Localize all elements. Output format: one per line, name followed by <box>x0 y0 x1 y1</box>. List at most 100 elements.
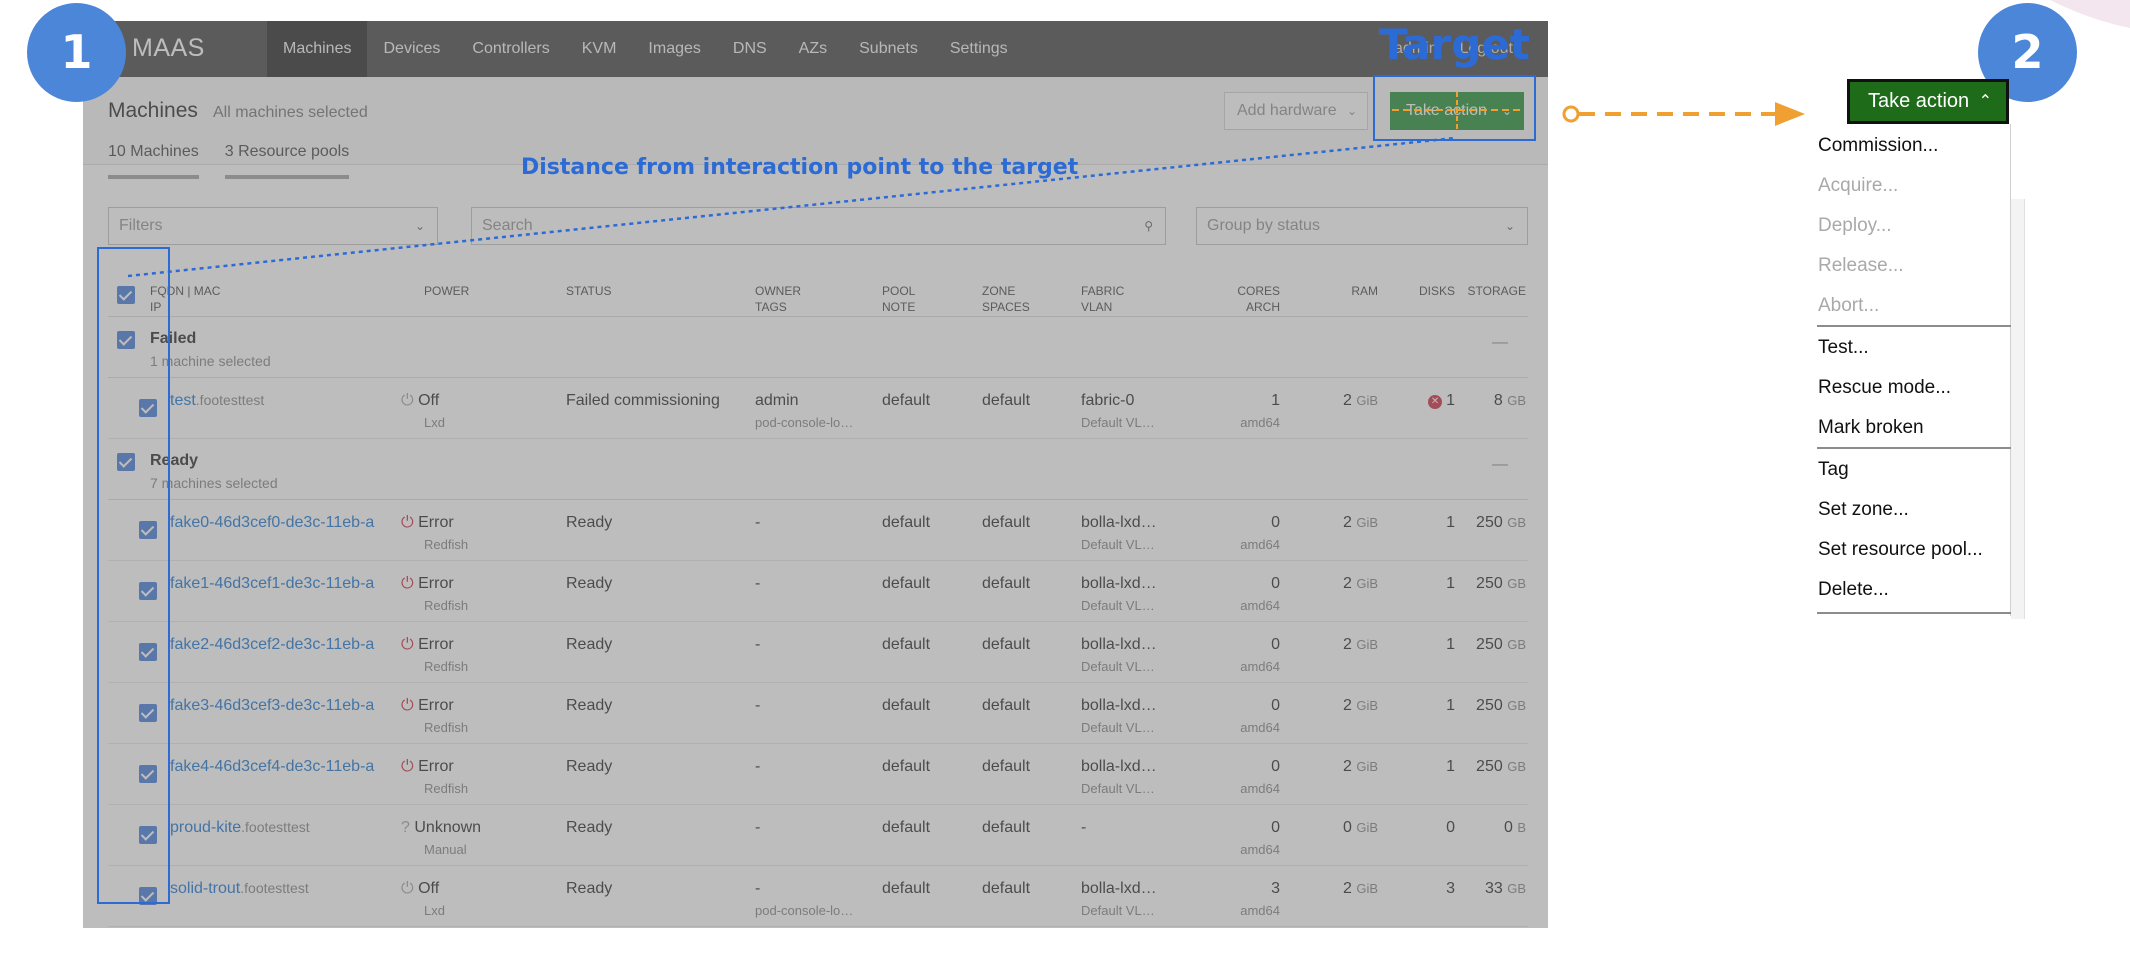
machine-ram: 2 GiB <box>1342 697 1378 714</box>
table-row[interactable]: fake1-46d3cef1-de3c-11eb-a ⏻ Error Redfi… <box>108 561 1528 622</box>
machine-fqdn[interactable]: fake3-46d3cef3-de3c-11eb-a <box>170 697 374 715</box>
menu-item-deploy: Deploy... <box>1818 215 1892 236</box>
tab-resource-pools[interactable]: 3 Resource pools <box>224 143 350 179</box>
power-cell: ⏻ Off <box>401 880 440 897</box>
machine-disks: 1 <box>1446 697 1455 714</box>
machine-cores: 1 <box>1271 392 1280 409</box>
menu-item-tag[interactable]: Tag <box>1818 450 2010 490</box>
machine-fqdn[interactable]: fake0-46d3cef0-de3c-11eb-a <box>170 514 374 532</box>
machine-fqdn[interactable]: fake4-46d3cef4-de3c-11eb-a <box>170 758 374 776</box>
table-row[interactable]: fake4-46d3cef4-de3c-11eb-a ⏻ Error Redfi… <box>108 744 1528 805</box>
filter-bar: Filters ⌄ Search ⚲ Group by status ⌄ <box>83 207 1548 247</box>
machine-zone: default <box>982 697 1031 714</box>
target-label: Target <box>1379 20 1530 69</box>
menu-item-delete[interactable]: Delete... <box>1818 570 2010 610</box>
machine-pool: default <box>882 880 931 897</box>
nav-machines[interactable]: Machines <box>267 21 368 77</box>
machine-disks: 1 <box>1446 514 1455 531</box>
col-power[interactable]: POWER <box>424 283 469 299</box>
machine-status: Ready <box>566 636 613 653</box>
table-row[interactable]: fake0-46d3cef0-de3c-11eb-a ⏻ Error Redfi… <box>108 500 1528 561</box>
power-icon: ⏻ <box>401 758 414 775</box>
col-pool[interactable]: POOL NOTE <box>882 283 915 315</box>
col-disks[interactable]: DISKS <box>1388 283 1455 299</box>
machine-fabric: bolla-lxd… <box>1081 758 1157 775</box>
menu-item-rescue-mode[interactable]: Rescue mode... <box>1818 368 2010 408</box>
collapse-group-toggle[interactable]: — <box>1492 334 1508 352</box>
machine-pool: default <box>882 514 931 531</box>
menu-item-test[interactable]: Test... <box>1818 328 2010 368</box>
nav-kvm[interactable]: KVM <box>566 21 633 77</box>
machine-fqdn[interactable]: fake1-46d3cef1-de3c-11eb-a <box>170 575 374 593</box>
menu-item-mark-broken[interactable]: Mark broken <box>1818 408 2010 448</box>
group-by-label: Group by status <box>1207 217 1320 234</box>
error-icon: ✕ <box>1428 395 1443 409</box>
machine-storage: 0 B <box>1503 819 1526 836</box>
power-icon: ⏻ <box>401 392 414 409</box>
table-row[interactable]: fake3-46d3cef3-de3c-11eb-a ⏻ Error Redfi… <box>108 683 1528 744</box>
machine-fabric: bolla-lxd… <box>1081 697 1157 714</box>
menu-divider <box>1817 612 2011 614</box>
power-icon: ⏻ <box>401 697 414 714</box>
machine-status: Ready <box>566 514 613 531</box>
take-action-menu: Commission... Acquire... Deploy... Relea… <box>1817 124 2011 616</box>
machine-fabric: bolla-lxd… <box>1081 514 1157 531</box>
machine-status: Ready <box>566 575 613 592</box>
machine-tabs: 10 Machines 3 Resource pools <box>108 143 350 179</box>
machine-arch: amd64 <box>1240 415 1280 430</box>
machine-status: Ready <box>566 697 613 714</box>
nav-subnets[interactable]: Subnets <box>843 21 934 77</box>
machine-fqdn[interactable]: solid-trout.footesttest <box>170 880 309 898</box>
nav-controllers[interactable]: Controllers <box>456 21 565 77</box>
tab-machines[interactable]: 10 Machines <box>108 143 199 179</box>
machine-storage: 250 GB <box>1476 575 1526 592</box>
nav-settings[interactable]: Settings <box>934 21 1024 77</box>
machine-disks: 1 <box>1446 575 1455 592</box>
menu-item-set-resource-pool[interactable]: Set resource pool... <box>1818 530 2010 570</box>
machine-vlan: Default VL… <box>1081 720 1155 735</box>
machine-cores: 0 <box>1271 758 1280 775</box>
machine-fabric: fabric-0 <box>1081 392 1135 409</box>
col-zone[interactable]: ZONE SPACES <box>982 283 1030 315</box>
col-fabric[interactable]: FABRIC VLAN <box>1081 283 1124 315</box>
group-by-select[interactable]: Group by status ⌄ <box>1196 207 1528 245</box>
table-row[interactable]: proud-kite.footesttest ? Unknown Manual … <box>108 805 1528 866</box>
machine-ram: 2 GiB <box>1342 758 1378 775</box>
take-action-button-open[interactable]: Take action ⌃ <box>1847 79 2009 124</box>
col-storage[interactable]: STORAGE <box>1465 283 1526 299</box>
machine-zone: default <box>982 636 1031 653</box>
group-header-ready: Ready 7 machines selected — <box>108 439 1528 500</box>
filters-dropdown[interactable]: Filters ⌄ <box>108 207 438 245</box>
table-row[interactable]: solid-trout.footesttest ⏻ Off Lxd Ready … <box>108 866 1528 927</box>
machine-fqdn[interactable]: proud-kite.footesttest <box>170 819 310 837</box>
table-row[interactable]: fake2-46d3cef2-de3c-11eb-a ⏻ Error Redfi… <box>108 622 1528 683</box>
machine-cores: 0 <box>1271 575 1280 592</box>
col-status[interactable]: STATUS <box>566 283 612 299</box>
nav-dns[interactable]: DNS <box>717 21 783 77</box>
nav-azs[interactable]: AZs <box>783 21 843 77</box>
machine-disks: 1 <box>1446 636 1455 653</box>
menu-backdrop <box>2011 199 2025 619</box>
nav-devices[interactable]: Devices <box>367 21 456 77</box>
machine-zone: default <box>982 575 1031 592</box>
col-cores[interactable]: CORES ARCH <box>1208 283 1280 315</box>
search-icon: ⚲ <box>1144 219 1153 233</box>
search-input[interactable]: Search ⚲ <box>471 207 1166 245</box>
machine-owner: - <box>755 758 761 775</box>
col-owner[interactable]: OWNER TAGS <box>755 283 801 315</box>
machine-fqdn[interactable]: test.footesttest <box>170 392 264 410</box>
machine-storage: 33 GB <box>1484 880 1526 897</box>
table-row[interactable]: test.footesttest ⏻ Off Lxd Failed commis… <box>108 378 1528 439</box>
menu-item-set-zone[interactable]: Set zone... <box>1818 490 2010 530</box>
menu-divider <box>1817 325 2011 327</box>
menu-item-commission[interactable]: Commission... <box>1818 126 2010 166</box>
power-icon: ⏻ <box>401 575 414 592</box>
machine-arch: amd64 <box>1240 781 1280 796</box>
col-ram[interactable]: RAM <box>1318 283 1378 299</box>
collapse-group-toggle[interactable]: — <box>1492 456 1508 474</box>
nav-images[interactable]: Images <box>632 21 716 77</box>
add-hardware-button[interactable]: Add hardware ⌄ <box>1224 92 1368 130</box>
machine-fqdn[interactable]: fake2-46d3cef2-de3c-11eb-a <box>170 636 374 654</box>
machine-storage: 8 GB <box>1493 392 1526 409</box>
chevron-down-icon: ⌄ <box>414 219 425 233</box>
